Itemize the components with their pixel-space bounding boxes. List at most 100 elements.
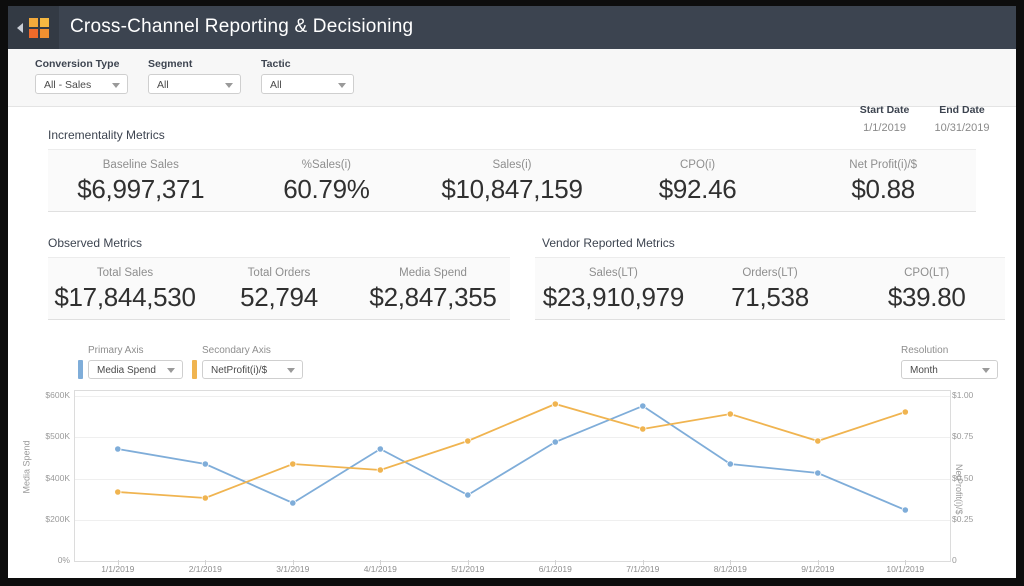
data-point[interactable] xyxy=(902,507,908,513)
series-line xyxy=(118,404,906,498)
y-tick-right: $0.50 xyxy=(952,473,998,483)
data-point[interactable] xyxy=(290,500,296,506)
segment-value: All xyxy=(157,79,169,91)
x-tick-label: 7/1/2019 xyxy=(626,564,659,574)
metric-value: $39.80 xyxy=(848,282,1005,313)
filter-label-tactic: Tactic xyxy=(261,58,354,70)
metric-caption: Sales(LT) xyxy=(535,267,692,279)
x-tick-label: 2/1/2019 xyxy=(189,564,222,574)
metric-caption: Orders(LT) xyxy=(692,267,849,279)
filter-label-segment: Segment xyxy=(148,58,241,70)
page-title: Cross-Channel Reporting & Decisioning xyxy=(70,16,413,38)
metric-value: $2,847,355 xyxy=(356,282,510,313)
line-chart: Media Spend NetProfit(i)/$ 0%$200K$400K$… xyxy=(22,386,1002,566)
tactic-select[interactable]: All xyxy=(261,74,354,94)
chevron-down-icon xyxy=(982,368,990,373)
y-axis-right-ticks: 0$0.25$0.50$0.75$1.00 xyxy=(952,390,1000,560)
grid-squares-logo-icon xyxy=(29,18,49,38)
metric-caption: Total Orders xyxy=(202,267,356,279)
x-tick-label: 5/1/2019 xyxy=(451,564,484,574)
data-point[interactable] xyxy=(727,411,733,417)
secondary-axis-select[interactable]: NetProfit(i)/$ xyxy=(202,360,303,379)
secondary-axis-color-swatch xyxy=(192,360,197,379)
conversion-type-select[interactable]: All - Sales xyxy=(35,74,128,94)
date-range: Start Date 1/1/2019 End Date 10/31/2019 xyxy=(851,104,1001,136)
resolution-select[interactable]: Month xyxy=(901,360,998,379)
primary-axis-color-swatch xyxy=(78,360,83,379)
metric-caption: Net Profit(i)/$ xyxy=(790,159,976,171)
data-point[interactable] xyxy=(377,446,383,452)
start-date-value: 1/1/2019 xyxy=(851,122,919,134)
data-point[interactable] xyxy=(640,426,646,432)
data-point[interactable] xyxy=(552,401,558,407)
primary-axis-label: Primary Axis xyxy=(78,345,183,356)
y-tick-left: $400K xyxy=(26,473,70,483)
vendor-section-title: Vendor Reported Metrics xyxy=(542,236,675,250)
start-date[interactable]: Start Date 1/1/2019 xyxy=(851,104,919,134)
data-point[interactable] xyxy=(202,461,208,467)
end-date[interactable]: End Date 10/31/2019 xyxy=(923,104,1001,134)
chevron-down-icon xyxy=(167,368,175,373)
x-tick-label: 4/1/2019 xyxy=(364,564,397,574)
data-point[interactable] xyxy=(815,438,821,444)
metric-value: $0.88 xyxy=(790,174,976,205)
x-tick-label: 10/1/2019 xyxy=(886,564,924,574)
metric-card: Net Profit(i)/$ $0.88 xyxy=(790,150,976,211)
logo-container[interactable] xyxy=(8,6,59,49)
data-point[interactable] xyxy=(377,467,383,473)
data-point[interactable] xyxy=(290,461,296,467)
metric-value: 71,538 xyxy=(692,282,849,313)
chevron-down-icon xyxy=(287,368,295,373)
x-tick-label: 8/1/2019 xyxy=(714,564,747,574)
metric-card: Baseline Sales $6,997,371 xyxy=(48,150,234,211)
primary-axis-select[interactable]: Media Spend xyxy=(88,360,183,379)
metric-value: $23,910,979 xyxy=(535,282,692,313)
chevron-down-icon xyxy=(338,83,346,88)
resolution-value: Month xyxy=(910,365,938,376)
tactic-value: All xyxy=(270,79,282,91)
data-point[interactable] xyxy=(727,461,733,467)
data-point[interactable] xyxy=(465,438,471,444)
metric-caption: Total Sales xyxy=(48,267,202,279)
metric-card: Total Orders 52,794 xyxy=(202,258,356,319)
chevron-down-icon xyxy=(225,83,233,88)
secondary-axis-control: Secondary Axis NetProfit(i)/$ xyxy=(192,345,303,379)
filter-label-conversion-type: Conversion Type xyxy=(35,58,128,70)
filter-segment: Segment All xyxy=(148,58,241,94)
resolution-control: Resolution Month xyxy=(901,345,998,379)
metric-caption: CPO(i) xyxy=(605,159,791,171)
metric-card: Sales(i) $10,847,159 xyxy=(419,150,605,211)
data-point[interactable] xyxy=(640,403,646,409)
y-tick-left: 0% xyxy=(26,555,70,565)
back-arrow-icon[interactable] xyxy=(17,23,23,33)
chevron-down-icon xyxy=(112,83,120,88)
metric-value: $6,997,371 xyxy=(48,174,234,205)
metric-caption: %Sales(i) xyxy=(234,159,420,171)
y-tick-left: $600K xyxy=(26,390,70,400)
secondary-axis-value: NetProfit(i)/$ xyxy=(211,365,267,376)
metric-value: 60.79% xyxy=(234,174,420,205)
primary-axis-control: Primary Axis Media Spend xyxy=(78,345,183,379)
metric-card: Media Spend $2,847,355 xyxy=(356,258,510,319)
data-point[interactable] xyxy=(115,446,121,452)
metric-card: Total Sales $17,844,530 xyxy=(48,258,202,319)
metric-card: %Sales(i) 60.79% xyxy=(234,150,420,211)
dashboard-window: Cross-Channel Reporting & Decisioning Co… xyxy=(8,6,1016,578)
data-point[interactable] xyxy=(902,409,908,415)
x-tick-label: 6/1/2019 xyxy=(539,564,572,574)
incrementality-section-title: Incrementality Metrics xyxy=(48,128,165,142)
metric-caption: Baseline Sales xyxy=(48,159,234,171)
filter-tactic: Tactic All xyxy=(261,58,354,94)
metric-card: CPO(LT) $39.80 xyxy=(848,258,1005,319)
data-point[interactable] xyxy=(115,489,121,495)
end-date-value: 10/31/2019 xyxy=(923,122,1001,134)
data-point[interactable] xyxy=(552,439,558,445)
metric-value: $92.46 xyxy=(605,174,791,205)
segment-select[interactable]: All xyxy=(148,74,241,94)
data-point[interactable] xyxy=(815,470,821,476)
metric-value: $17,844,530 xyxy=(48,282,202,313)
data-point[interactable] xyxy=(202,495,208,501)
y-tick-left: $200K xyxy=(26,514,70,524)
data-point[interactable] xyxy=(465,492,471,498)
filter-conversion-type: Conversion Type All - Sales xyxy=(35,58,128,94)
